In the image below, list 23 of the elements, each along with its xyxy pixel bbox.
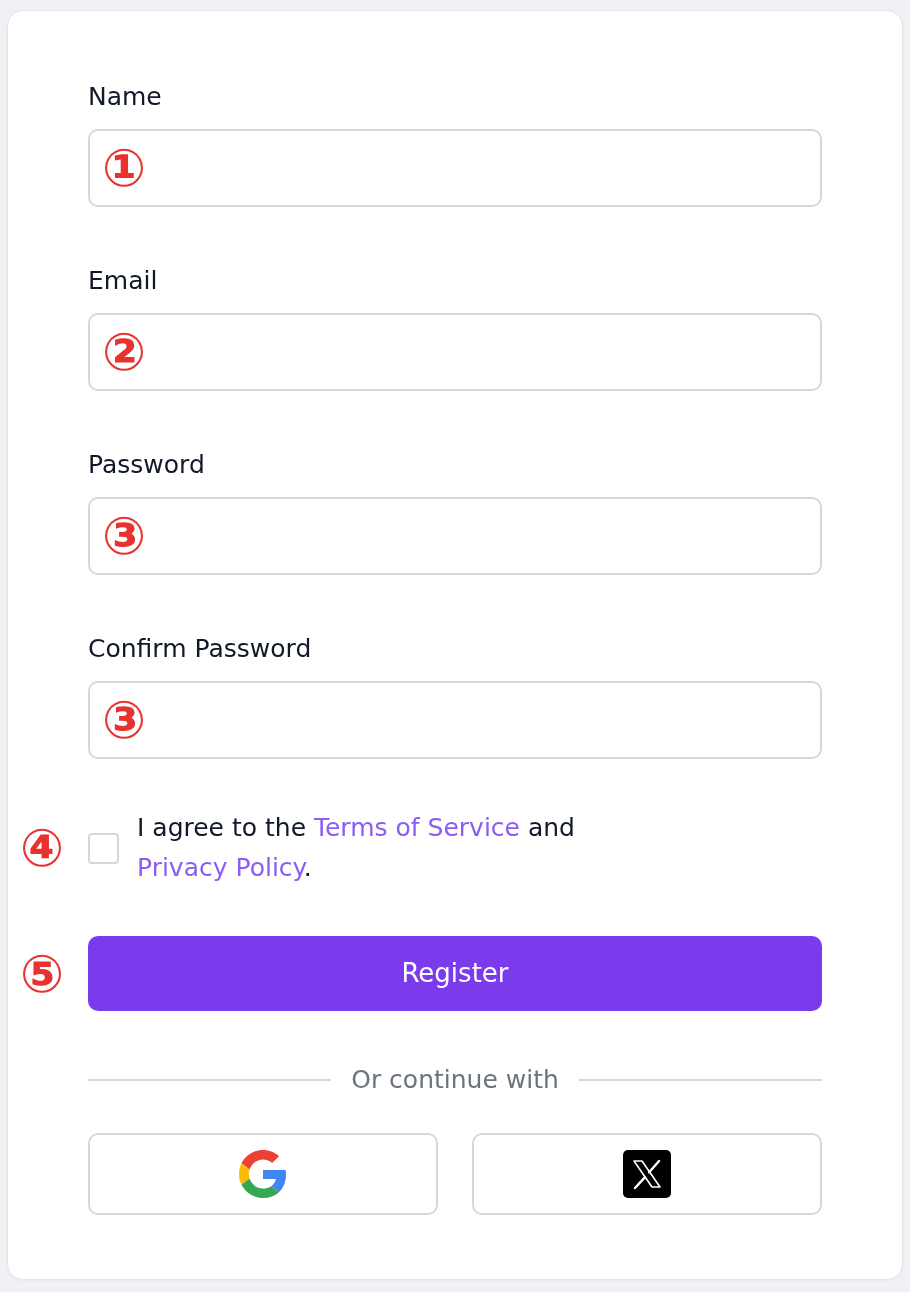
input-field[interactable] [88, 681, 822, 759]
g-logo-icon [239, 1150, 287, 1198]
agreement-checkbox[interactable] [88, 832, 119, 864]
input-field[interactable] [88, 497, 822, 575]
x-logo-icon [623, 1150, 671, 1198]
text-link[interactable]: Terms of Service [313, 813, 520, 842]
input-field[interactable] [88, 129, 822, 207]
annotation-number: ① [102, 142, 147, 194]
field-label: Confirm Password [88, 633, 312, 664]
annotation-number: ② [102, 326, 147, 378]
field-label: Password [88, 449, 205, 480]
annotation-number: ③ [102, 694, 147, 746]
register-button[interactable]: Register [88, 936, 822, 1011]
field-label: Name [88, 81, 162, 112]
input-field[interactable] [88, 313, 822, 391]
annotation-number: ③ [102, 510, 147, 562]
divider-text: Or continue with [351, 1064, 559, 1096]
annotation-number: ④ [20, 822, 65, 874]
text-link[interactable]: Privacy Policy [137, 853, 304, 882]
agreement-text: I agree to the Terms of Service and Privacy Policy. [137, 812, 576, 884]
social-login-button[interactable] [472, 1133, 822, 1215]
annotation-number: ⑤ [20, 947, 65, 1000]
field-label: Email [88, 265, 158, 296]
